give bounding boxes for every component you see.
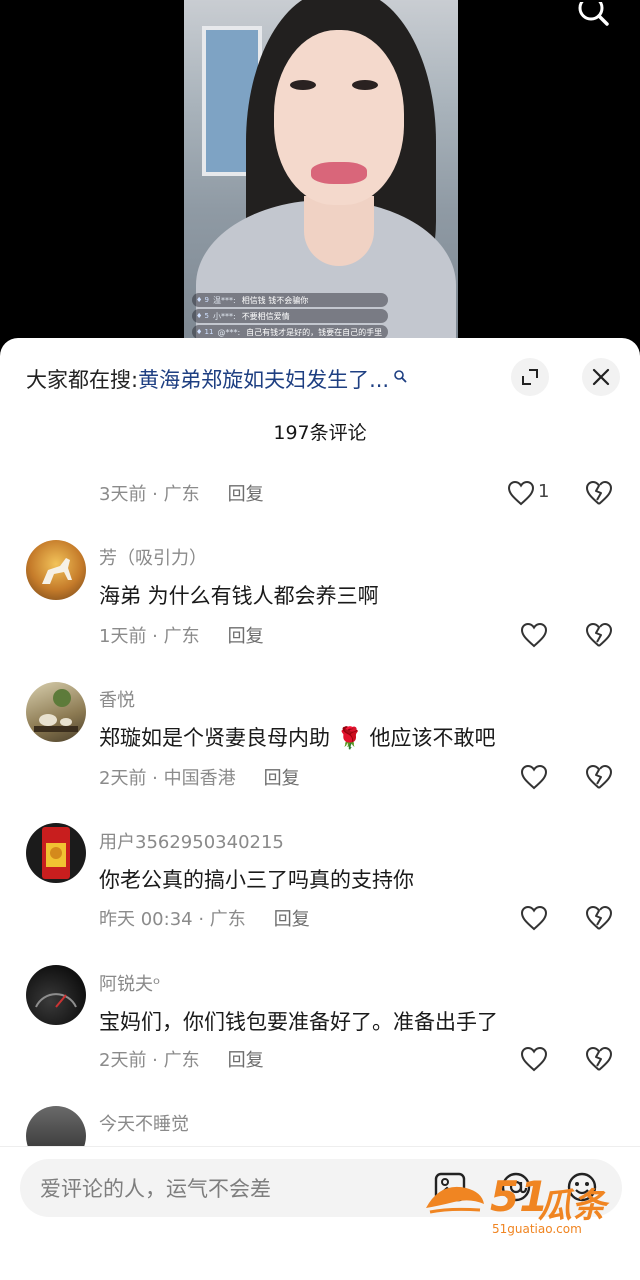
- dislike-button[interactable]: [583, 762, 615, 792]
- search-icon: [578, 2, 609, 26]
- comment-meta: 1天前 · 广东 回复: [99, 622, 264, 648]
- search-button[interactable]: [574, 0, 614, 30]
- watermark-text: 瓜条: [538, 1186, 606, 1226]
- phone-shrine-icon: [42, 827, 70, 879]
- like-button[interactable]: [506, 478, 536, 508]
- neck: [304, 196, 374, 266]
- chat-user: 温***:: [212, 295, 236, 305]
- close-icon: [592, 368, 610, 386]
- comment-meta: 3天前 · 广东 回复: [99, 480, 264, 506]
- watermark-url: 51guatiao.com: [492, 1222, 582, 1236]
- chat-message: ♦ 5 小***: 不要相信爱情: [192, 309, 389, 323]
- chat-level-badge: ♦ 11: [196, 328, 214, 336]
- chat-level-badge: ♦ 9: [196, 296, 209, 304]
- like-button[interactable]: [519, 620, 549, 650]
- rose-emoji: 🌹: [336, 726, 363, 750]
- heart-icon: [520, 764, 548, 790]
- comment-time: 2天前 · 广东: [99, 1050, 200, 1071]
- comment-author[interactable]: 阿锐夫ᵒ: [99, 970, 160, 996]
- reply-button[interactable]: 回复: [264, 764, 300, 790]
- comment-meta: 2天前 · 中国香港 回复: [99, 764, 300, 790]
- heart-icon: [520, 1046, 548, 1072]
- comment-text-part: 郑璇如是个贤妻良母内助: [99, 726, 330, 750]
- chat-text: 相信钱 钱不会骗你: [241, 295, 309, 305]
- avatar[interactable]: [26, 965, 86, 1025]
- chat-user: 小***:: [212, 311, 236, 321]
- comment-text: 你老公真的搞小三了吗真的支持你: [99, 868, 414, 892]
- lips: [311, 162, 367, 184]
- chat-level-badge: ♦ 5: [196, 312, 209, 320]
- dislike-button[interactable]: [583, 478, 615, 508]
- comment-time: 3天前 · 广东: [99, 484, 200, 505]
- comment-author[interactable]: 用户3562950340215: [99, 828, 284, 854]
- comment-author[interactable]: 香悦: [99, 686, 135, 712]
- heart-icon: [520, 905, 548, 931]
- comment-count: 197条评论: [273, 422, 367, 444]
- dislike-button[interactable]: [583, 620, 615, 650]
- avatar[interactable]: [26, 823, 86, 883]
- reply-button[interactable]: 回复: [274, 905, 310, 931]
- heart-icon: [520, 622, 548, 648]
- comment-meta: 昨天 00:34 · 广东 回复: [99, 905, 310, 931]
- reply-button[interactable]: 回复: [228, 622, 264, 648]
- avatar[interactable]: [26, 540, 86, 600]
- hot-search-link[interactable]: 黄海弟郑旋如夫妇发生了...: [138, 364, 389, 394]
- comment-meta: 2天前 · 广东 回复: [99, 1046, 264, 1072]
- dislike-button[interactable]: [583, 903, 615, 933]
- watermark-logo-icon: [426, 1186, 484, 1214]
- live-chat-overlay: ♦ 9 温***: 相信钱 钱不会骗你 ♦ 5 小***: 不要相信爱情 ♦ 1…: [192, 293, 389, 341]
- comment-text: 郑璇如是个贤妻良母内助 🌹 他应该不敢吧: [99, 722, 496, 752]
- car-dashboard-icon: [35, 993, 77, 1008]
- chat-message: ♦ 11 @***: 自己有钱才是好的，钱要在自己的手里: [192, 325, 389, 339]
- broken-heart-icon: [586, 905, 613, 930]
- reply-button[interactable]: 回复: [228, 1046, 264, 1072]
- broken-heart-icon: [586, 622, 613, 647]
- expand-button[interactable]: [511, 358, 549, 396]
- search-icon[interactable]: [393, 369, 407, 383]
- chat-message: ♦ 9 温***: 相信钱 钱不会骗你: [192, 293, 389, 307]
- like-count: 1: [538, 481, 550, 502]
- left-eye: [290, 80, 316, 90]
- hot-search-bar: 大家都在搜: 黄海弟郑旋如夫妇发生了...: [26, 364, 407, 394]
- reply-button[interactable]: 回复: [228, 480, 264, 506]
- comment-text: 宝妈们，你们钱包要准备好了。准备出手了: [99, 1010, 498, 1034]
- dislike-button[interactable]: [583, 1044, 615, 1074]
- chat-user: @***:: [217, 327, 241, 337]
- watermark: 51 瓜条 51guatiao.com: [420, 1172, 620, 1242]
- expand-icon: [522, 369, 538, 385]
- close-button[interactable]: [582, 358, 620, 396]
- chat-text: 自己有钱才是好的，钱要在自己的手里: [246, 327, 383, 337]
- comment-text: 海弟 为什么有钱人都会养三啊: [99, 584, 379, 608]
- chat-text: 不要相信爱情: [241, 311, 290, 321]
- right-eye: [352, 80, 378, 90]
- broken-heart-icon: [586, 480, 613, 505]
- broken-heart-icon: [586, 1046, 613, 1071]
- like-button[interactable]: [519, 1044, 549, 1074]
- video-player[interactable]: ♦ 9 温***: 相信钱 钱不会骗你 ♦ 5 小***: 不要相信爱情 ♦ 1…: [0, 0, 640, 350]
- tea-set-icon: [34, 689, 78, 732]
- horse-icon: [42, 558, 72, 584]
- like-button[interactable]: [519, 762, 549, 792]
- comment-sheet: 大家都在搜: 黄海弟郑旋如夫妇发生了... 197条评论 3天前 · 广东 回复…: [0, 338, 640, 1280]
- comment-time: 昨天 00:34 · 广东: [99, 909, 246, 930]
- hot-search-prefix: 大家都在搜:: [26, 368, 139, 392]
- broken-heart-icon: [586, 764, 613, 789]
- comment-text-part: 他应该不敢吧: [369, 726, 496, 750]
- like-button[interactable]: [519, 903, 549, 933]
- heart-icon: [507, 480, 535, 506]
- comment-author[interactable]: 今天不睡觉: [99, 1110, 189, 1136]
- comment-author[interactable]: 芳（吸引力）: [99, 544, 207, 570]
- avatar[interactable]: [26, 682, 86, 742]
- comment-time: 1天前 · 广东: [99, 626, 200, 647]
- comment-time: 2天前 · 中国香港: [99, 768, 236, 789]
